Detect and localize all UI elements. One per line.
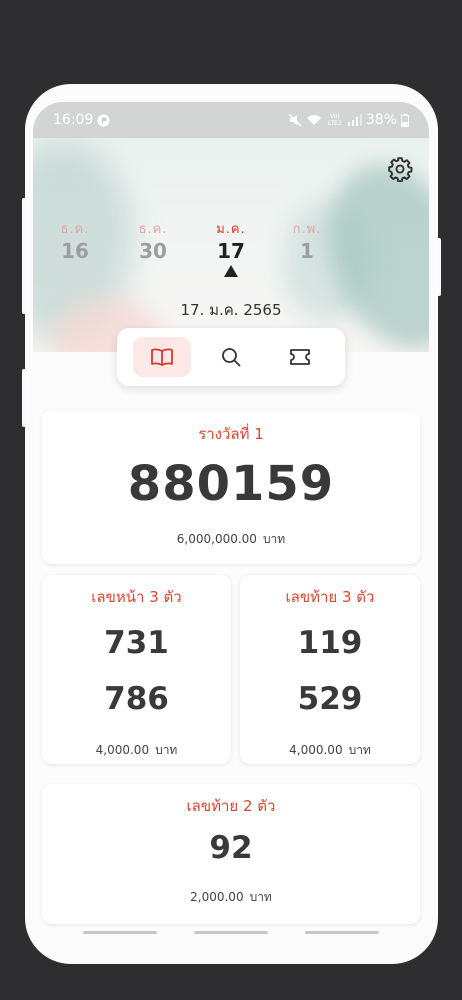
month-day: 16	[61, 239, 89, 263]
last-three-number: 529	[297, 681, 363, 717]
month-name: ก.พ.	[292, 222, 322, 237]
month-day: 30	[139, 239, 167, 263]
first-prize-amount-row: 6,000,000.00 บาท	[42, 530, 420, 549]
nav-line-center[interactable]	[194, 931, 268, 934]
nav-line-right[interactable]	[305, 931, 379, 934]
signal-icon	[347, 114, 362, 126]
last-two-amount: 2,000.00	[190, 890, 244, 904]
last-three-card: เลขท้าย 3 ตัว 119 529 4,000.00 บาท	[240, 575, 420, 764]
month-item-dec-16[interactable]: ธ.ค. 16	[45, 218, 105, 263]
currency-unit: บาท	[262, 532, 286, 546]
phone-screen: 16:09 Vo) LTE2 38% ธ.ค. 16 ธ.ค. 30 ม.ค. …	[25, 84, 438, 964]
last-three-amount-row: 4,000.00 บาท	[240, 741, 420, 760]
header-banner: 16:09 Vo) LTE2 38% ธ.ค. 16 ธ.ค. 30 ม.ค. …	[33, 102, 429, 352]
selected-indicator-icon	[224, 265, 238, 277]
search-icon	[222, 348, 241, 367]
mute-icon	[288, 113, 302, 127]
status-time: 16:09	[53, 112, 94, 128]
month-name: ธ.ค.	[138, 222, 168, 237]
month-item-jan-17[interactable]: ม.ค. 17	[201, 218, 261, 277]
selected-date: 17. ม.ค. 2565	[180, 301, 282, 319]
last-three-amount: 4,000.00	[289, 743, 343, 757]
front-three-amount-row: 4,000.00 บาท	[42, 741, 231, 760]
front-three-number: 731	[104, 625, 169, 661]
currency-unit: บาท	[348, 743, 371, 757]
front-three-number: 786	[104, 681, 169, 717]
month-item-dec-30[interactable]: ธ.ค. 30	[123, 218, 183, 263]
month-name: ม.ค.	[216, 222, 246, 237]
currency-unit: บาท	[249, 890, 272, 904]
status-indicators: Vo) LTE2 38%	[288, 112, 409, 128]
last-three-title: เลขท้าย 3 ตัว	[285, 588, 375, 606]
settings-gear-icon[interactable]	[387, 156, 413, 182]
tab-results[interactable]	[132, 337, 191, 377]
first-prize-number: 880159	[127, 456, 335, 512]
month-name: ธ.ค.	[60, 222, 90, 237]
month-day: 1	[300, 239, 314, 263]
app-notification-icon	[97, 114, 110, 126]
view-tab-bar	[117, 328, 345, 386]
status-time-group: 16:09	[53, 112, 110, 128]
nav-line-left[interactable]	[83, 931, 157, 934]
first-prize-amount: 6,000,000.00	[176, 532, 257, 546]
status-bar: 16:09 Vo) LTE2 38%	[33, 102, 429, 138]
book-icon	[150, 348, 173, 366]
battery-icon	[401, 113, 409, 127]
front-three-title: เลขหน้า 3 ตัว	[91, 588, 182, 606]
first-prize-title: รางวัลที่ 1	[198, 425, 264, 443]
last-three-number: 119	[297, 625, 363, 661]
battery-percent: 38%	[365, 112, 397, 128]
network-label: Vo) LTE2	[327, 113, 342, 127]
last-two-number: 92	[209, 830, 253, 866]
month-day: 17	[217, 239, 245, 263]
tab-ticket[interactable]	[271, 337, 329, 377]
front-three-amount: 4,000.00	[95, 743, 150, 757]
first-prize-card: รางวัลที่ 1 880159 6,000,000.00 บาท	[42, 410, 420, 564]
month-item-feb-1[interactable]: ก.พ. 1	[277, 218, 337, 263]
last-two-card: เลขท้าย 2 ตัว 92 2,000.00 บาท	[42, 784, 420, 924]
last-two-amount-row: 2,000.00 บาท	[42, 888, 420, 907]
currency-unit: บาท	[155, 743, 178, 757]
last-two-title: เลขท้าย 2 ตัว	[186, 797, 276, 815]
front-three-card: เลขหน้า 3 ตัว 731 786 4,000.00 บาท	[42, 575, 231, 764]
ticket-icon	[290, 349, 311, 365]
tab-search[interactable]	[202, 337, 260, 377]
wifi-icon	[306, 115, 321, 125]
